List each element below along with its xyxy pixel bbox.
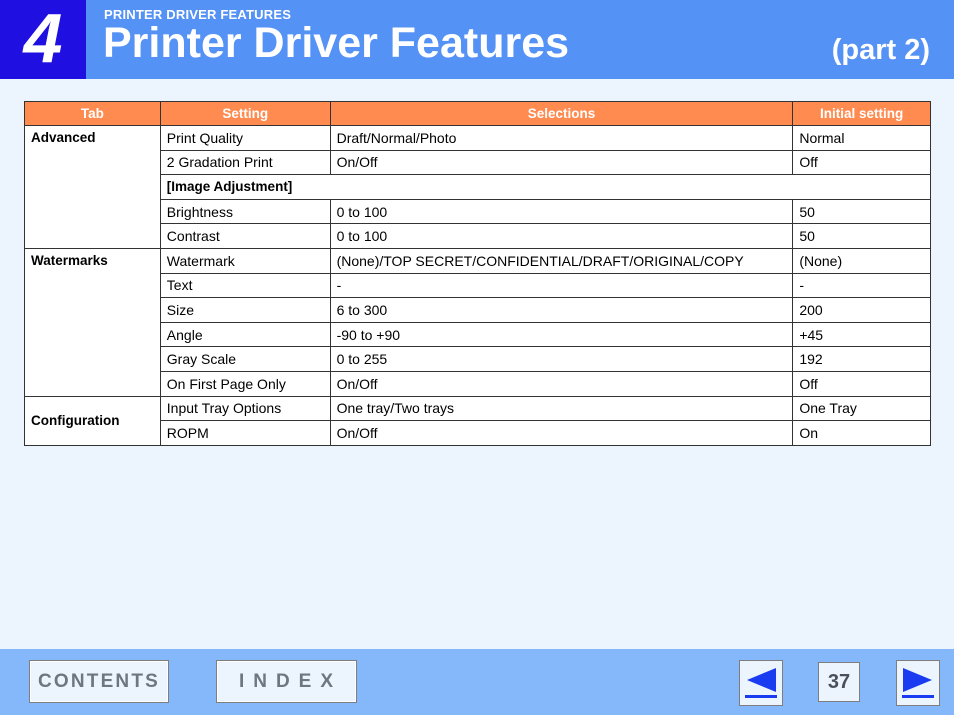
- table-row: [Image Adjustment]: [25, 174, 932, 200]
- selections-cell: (None)/TOP SECRET/CONFIDENTIAL/DRAFT/ORI…: [329, 247, 794, 274]
- initial-setting-cell: (None): [792, 247, 931, 274]
- page-header: 4 PRINTER DRIVER FEATURES Printer Driver…: [0, 0, 954, 79]
- column-header-initial-setting: Initial setting: [792, 101, 931, 126]
- selections-cell: 0 to 100: [329, 198, 794, 225]
- initial-setting-cell: +45: [792, 321, 931, 348]
- tab-cell-advanced: Advanced: [24, 125, 161, 249]
- setting-cell: ROPM: [159, 420, 331, 446]
- setting-cell: Contrast: [159, 223, 331, 249]
- selections-cell: On/Off: [329, 420, 794, 446]
- index-button[interactable]: INDEX: [216, 660, 357, 703]
- contents-button[interactable]: CONTENTS: [29, 660, 169, 703]
- tab-cell-watermarks: Watermarks: [24, 247, 161, 397]
- chapter-box: 4: [0, 0, 86, 79]
- selections-cell: On/Off: [329, 149, 794, 176]
- table-row: ROPM On/Off On: [25, 420, 931, 446]
- selections-cell: -: [329, 272, 794, 299]
- column-header-tab: Tab: [24, 101, 161, 126]
- setting-cell: Gray Scale: [159, 346, 331, 372]
- selections-cell: One tray/Two trays: [329, 395, 794, 422]
- setting-cell: On First Page Only: [159, 370, 331, 397]
- setting-cell: Angle: [159, 321, 331, 348]
- setting-cell: 2 Gradation Print: [159, 149, 331, 176]
- table-row: Angle -90 to +90 +45: [25, 321, 931, 348]
- setting-cell: Watermark: [159, 247, 331, 274]
- initial-setting-cell: Normal: [792, 125, 931, 151]
- selections-cell: 6 to 300: [329, 297, 794, 323]
- subgroup-heading: [Image Adjustment]: [159, 174, 932, 200]
- initial-setting-cell: 200: [792, 297, 931, 323]
- selections-cell: -90 to +90: [329, 321, 794, 348]
- table-header-row: Tab Setting Selections Initial setting: [24, 101, 931, 126]
- initial-setting-cell: On: [792, 420, 931, 446]
- initial-setting-cell: One Tray: [792, 395, 931, 422]
- tab-cell-configuration: Configuration: [24, 395, 161, 446]
- page-title: Printer Driver Features: [103, 19, 570, 67]
- table-row: Size 6 to 300 200: [25, 297, 931, 323]
- right-arrow-icon: [902, 668, 934, 698]
- table-row: Text - -: [25, 272, 931, 299]
- column-header-setting: Setting: [159, 101, 331, 126]
- initial-setting-cell: 50: [792, 223, 931, 249]
- selections-cell: 0 to 100: [329, 223, 794, 249]
- page-footer: CONTENTS INDEX 37: [0, 649, 954, 715]
- initial-setting-cell: Off: [792, 370, 931, 397]
- left-arrow-icon: [745, 668, 777, 698]
- table-row: Watermarks Watermark (None)/TOP SECRET/C…: [24, 247, 931, 397]
- setting-cell: Brightness: [159, 198, 331, 225]
- initial-setting-cell: 50: [792, 198, 931, 225]
- setting-cell: Text: [159, 272, 331, 299]
- table-row: Configuration Input Tray Options One tra…: [24, 395, 931, 446]
- table-row: 2 Gradation Print On/Off Off: [25, 149, 931, 176]
- chapter-number: 4: [23, 0, 63, 77]
- table-row: Contrast 0 to 100 50: [25, 223, 931, 249]
- features-table: Tab Setting Selections Initial setting A…: [24, 101, 932, 446]
- table-row: Gray Scale 0 to 255 192: [25, 346, 931, 372]
- page-number: 37: [818, 662, 860, 702]
- table-row: Advanced Print Quality Draft/Normal/Phot…: [24, 125, 931, 249]
- selections-cell: On/Off: [329, 370, 794, 397]
- setting-cell: Size: [159, 297, 331, 323]
- table-row: On First Page Only On/Off Off: [25, 370, 931, 397]
- setting-cell: Input Tray Options: [159, 395, 331, 422]
- next-page-button[interactable]: [896, 660, 940, 706]
- initial-setting-cell: Off: [792, 149, 931, 176]
- column-header-selections: Selections: [329, 101, 794, 126]
- setting-cell: Print Quality: [159, 125, 331, 151]
- selections-cell: 0 to 255: [329, 346, 794, 372]
- table-row: Brightness 0 to 100 50: [25, 198, 931, 225]
- selections-cell: Draft/Normal/Photo: [329, 125, 794, 151]
- initial-setting-cell: 192: [792, 346, 931, 372]
- part-label: (part 2): [831, 34, 930, 66]
- initial-setting-cell: -: [792, 272, 931, 299]
- previous-page-button[interactable]: [739, 660, 783, 706]
